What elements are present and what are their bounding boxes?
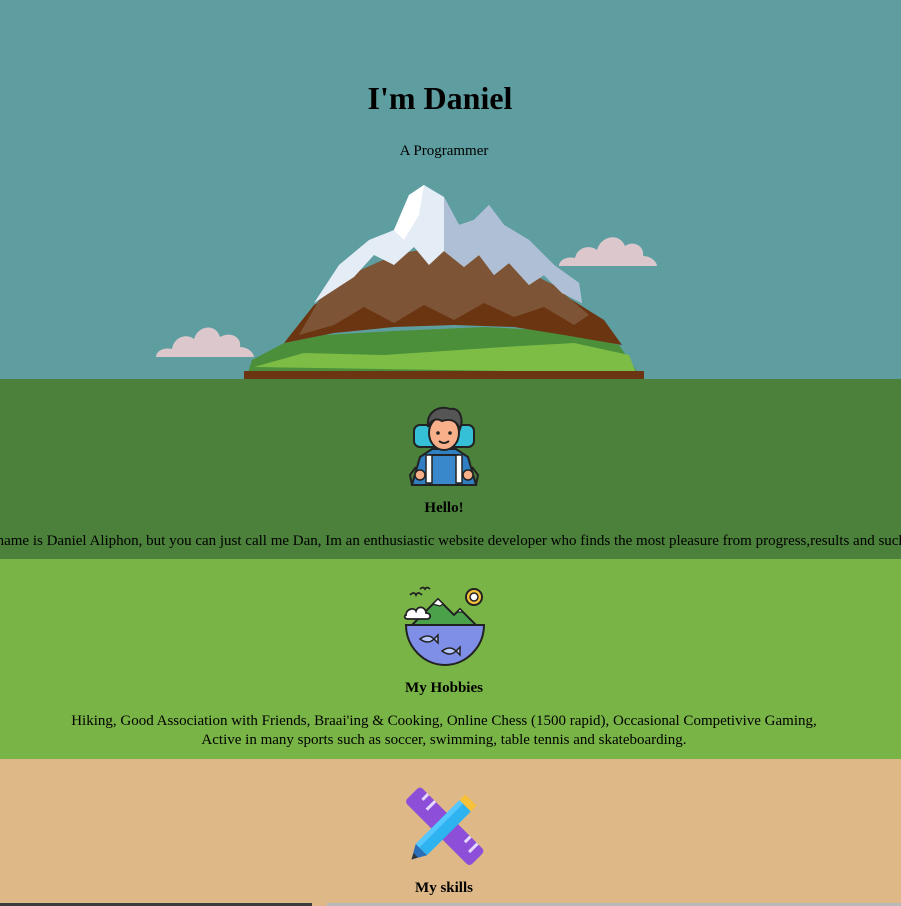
hobbies-text: Hiking, Good Association with Friends, B… <box>0 712 888 750</box>
page-title: I'm Daniel <box>367 80 513 116</box>
skills-heading: My skills <box>415 880 473 896</box>
hobbies-text-line1: Hiking, Good Association with Friends, B… <box>71 713 817 729</box>
hobbies-text-line2: Active in many sports such as soccer, sw… <box>201 732 687 748</box>
about-heading: Hello! <box>424 500 464 516</box>
cloud-icon <box>156 327 254 357</box>
hero-subtitle: A Programmer <box>399 143 489 159</box>
hobbies-heading: My Hobbies <box>405 680 483 696</box>
about-text: My name is Daniel Aliphon, but you can j… <box>0 533 901 549</box>
hero-section: I'm Daniel A Programmer <box>0 0 901 379</box>
ruler-pencil-icon <box>406 787 484 865</box>
mountain-icon <box>244 185 644 379</box>
hiker-avatar-icon <box>408 406 480 486</box>
nature-globe-icon <box>403 586 486 667</box>
